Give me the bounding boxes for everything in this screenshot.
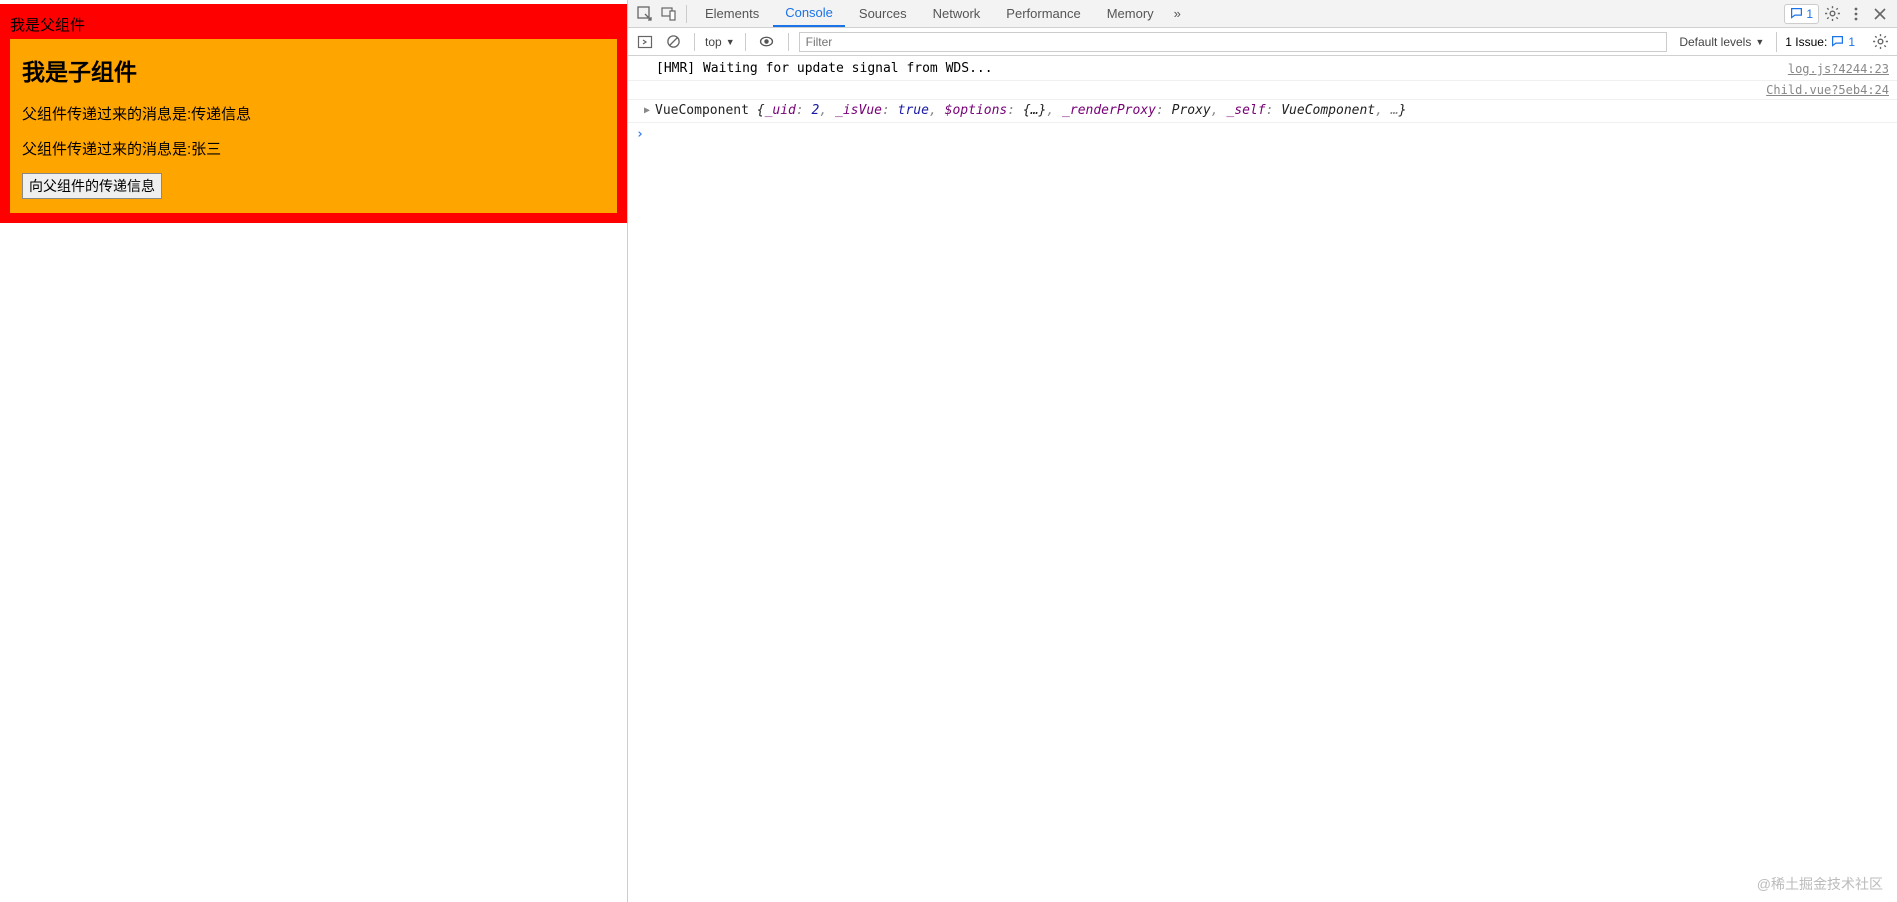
tab-console[interactable]: Console (773, 0, 845, 27)
context-selector[interactable]: top ▼ (705, 35, 735, 49)
console-output[interactable]: [HMR] Waiting for update signal from WDS… (628, 56, 1897, 902)
close-icon[interactable] (1869, 3, 1891, 25)
more-icon[interactable] (1845, 3, 1867, 25)
tab-performance[interactable]: Performance (994, 0, 1092, 27)
console-toolbar: top ▼ Default levels ▼ 1 Issue: 1 (628, 28, 1897, 56)
inspect-element-icon[interactable] (634, 3, 656, 25)
console-settings-icon[interactable] (1869, 31, 1891, 53)
log-row: Child.vue?5eb4:24 (628, 81, 1897, 100)
log-row-object: ▶ VueComponent {_uid: 2, _isVue: true, $… (628, 100, 1897, 123)
chevron-down-icon: ▼ (1755, 37, 1764, 47)
tab-sources[interactable]: Sources (847, 0, 919, 27)
badge-count: 1 (1806, 7, 1813, 21)
log-levels-selector[interactable]: Default levels ▼ (1673, 35, 1770, 49)
tab-network[interactable]: Network (921, 0, 993, 27)
log-source-link[interactable]: Child.vue?5eb4:24 (1754, 83, 1889, 97)
tab-elements[interactable]: Elements (693, 0, 771, 27)
parent-component: 我是父组件 我是子组件 父组件传递过来的消息是:传递信息 父组件传递过来的消息是… (0, 4, 627, 223)
device-toolbar-icon[interactable] (658, 3, 680, 25)
filter-input[interactable] (799, 32, 1668, 52)
console-prompt[interactable]: › (628, 123, 1897, 146)
levels-label: Default levels (1679, 35, 1751, 49)
tabs-overflow[interactable]: » (1168, 0, 1187, 27)
messages-badge[interactable]: 1 (1784, 4, 1819, 24)
devtools-panel: Elements Console Sources Network Perform… (628, 0, 1897, 902)
message-icon (1831, 35, 1844, 48)
divider (686, 5, 687, 23)
child-component: 我是子组件 父组件传递过来的消息是:传递信息 父组件传递过来的消息是:张三 向父… (10, 39, 617, 213)
prompt-caret-icon: › (636, 127, 644, 142)
clear-console-icon[interactable] (662, 31, 684, 53)
message-icon (1790, 7, 1803, 20)
browser-viewport: 我是父组件 我是子组件 父组件传递过来的消息是:传递信息 父组件传递过来的消息是… (0, 0, 628, 902)
divider (745, 33, 746, 51)
tab-memory[interactable]: Memory (1095, 0, 1166, 27)
issues-indicator[interactable]: 1 Issue: 1 (1776, 32, 1863, 52)
settings-icon[interactable] (1821, 3, 1843, 25)
console-sidebar-toggle-icon[interactable] (634, 31, 656, 53)
parent-label: 我是父组件 (10, 14, 617, 39)
log-source-link[interactable]: log.js?4244:23 (1776, 60, 1889, 78)
expand-arrow-icon[interactable]: ▶ (642, 102, 652, 120)
divider (788, 33, 789, 51)
child-message-2: 父组件传递过来的消息是:张三 (22, 138, 605, 159)
issue-count: 1 (1848, 35, 1855, 49)
child-message-1: 父组件传递过来的消息是:传递信息 (22, 103, 605, 124)
tabbar-right: 1 (1784, 3, 1897, 25)
live-expression-icon[interactable] (756, 31, 778, 53)
log-object[interactable]: VueComponent {_uid: 2, _isVue: true, $op… (655, 102, 1406, 120)
send-to-parent-button[interactable]: 向父组件的传递信息 (22, 173, 162, 199)
log-message: [HMR] Waiting for update signal from WDS… (656, 60, 1776, 78)
chevron-down-icon: ▼ (726, 37, 735, 47)
context-label: top (705, 35, 722, 49)
devtools-tabbar: Elements Console Sources Network Perform… (628, 0, 1897, 28)
divider (694, 33, 695, 51)
child-title: 我是子组件 (22, 53, 605, 87)
log-row: [HMR] Waiting for update signal from WDS… (628, 58, 1897, 81)
watermark: @稀土掘金技术社区 (1757, 874, 1883, 894)
issue-label: 1 Issue: (1785, 35, 1827, 49)
